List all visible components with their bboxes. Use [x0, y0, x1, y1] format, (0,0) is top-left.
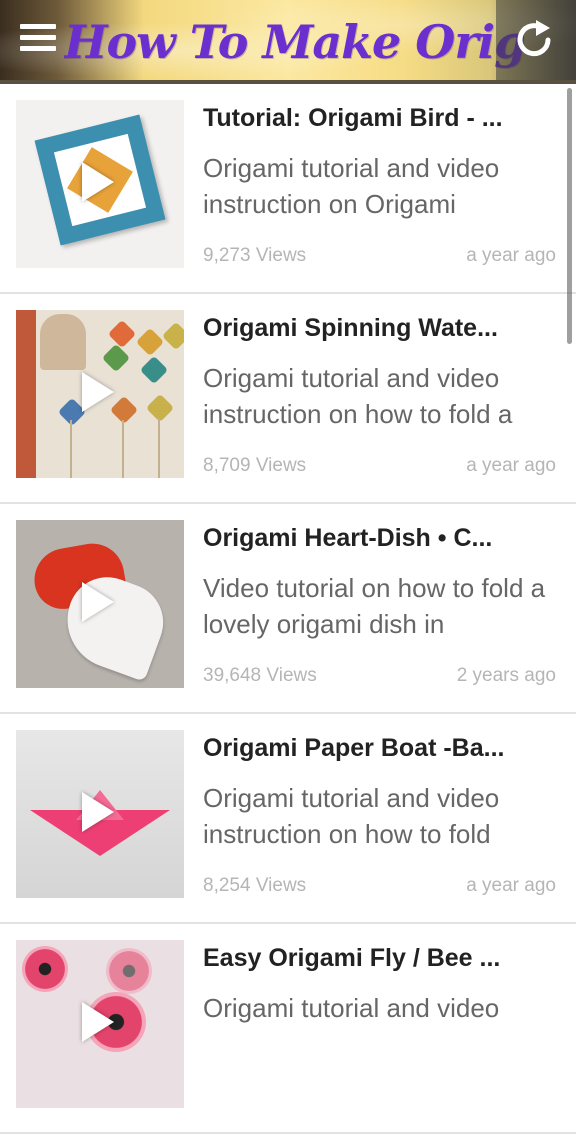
video-age: 2 years ago [456, 665, 556, 686]
origami-ball [145, 393, 175, 423]
app-header: How To Make Origami [0, 0, 576, 84]
hamburger-line [20, 46, 56, 51]
origami-ball [109, 395, 139, 425]
stick [122, 420, 124, 478]
hamburger-line [20, 35, 56, 40]
stick [70, 420, 72, 478]
app-title: How To Make Origami [64, 15, 524, 69]
video-views: 8,254 Views [203, 875, 307, 896]
origami-ball [101, 343, 131, 373]
video-title: Origami Spinning Wate... [203, 314, 498, 342]
video-description: Origami tutorial and video instruction o… [203, 363, 513, 429]
origami-flower [106, 948, 152, 994]
video-description: Video tutorial on how to fold a lovely o… [203, 573, 546, 639]
video-description: Origami tutorial and video instruction o… [203, 783, 500, 849]
play-icon [82, 582, 114, 622]
video-thumbnail [16, 100, 184, 268]
video-age: a year ago [466, 245, 556, 266]
video-list-item[interactable]: Tutorial: Origami Bird - ... Origami tut… [0, 84, 576, 294]
video-thumbnail [16, 940, 184, 1108]
video-title: Origami Heart-Dish • C... [203, 524, 493, 552]
origami-flower [22, 946, 68, 992]
refresh-icon [517, 20, 551, 57]
video-title: Easy Origami Fly / Bee ... [203, 944, 501, 972]
video-views: 9,273 Views [203, 245, 307, 266]
video-list-item[interactable]: Origami Paper Boat -Ba... Origami tutori… [0, 714, 576, 924]
origami-ball [139, 355, 169, 385]
play-icon [82, 162, 114, 202]
refresh-button[interactable] [496, 0, 576, 80]
stick [158, 418, 160, 478]
origami-ball [135, 327, 165, 357]
video-description: Origami tutorial and video instruction o… [203, 153, 500, 219]
scrollbar[interactable] [567, 88, 572, 344]
menu-button[interactable] [20, 24, 58, 58]
play-icon [82, 372, 114, 412]
hamburger-menu-icon [20, 24, 56, 29]
origami-ball [161, 321, 184, 351]
origami-ball [107, 319, 137, 349]
video-views: 8,709 Views [203, 455, 307, 476]
video-thumbnail [16, 730, 184, 898]
video-thumbnail [16, 520, 184, 688]
video-age: a year ago [466, 455, 556, 476]
video-title: Origami Paper Boat -Ba... [203, 734, 505, 762]
play-icon [82, 792, 114, 832]
video-description: Origami tutorial and video [203, 993, 500, 1023]
video-list-item[interactable]: Origami Heart-Dish • C... Video tutorial… [0, 504, 576, 714]
thumbnail-person [40, 314, 86, 370]
video-list-item[interactable]: Origami Spinning Wate... Origami tutoria… [0, 294, 576, 504]
video-title: Tutorial: Origami Bird - ... [203, 104, 503, 132]
thumbnail-panel [16, 310, 36, 478]
video-list-item[interactable]: Easy Origami Fly / Bee ... Origami tutor… [0, 924, 576, 1134]
video-thumbnail [16, 310, 184, 478]
video-age: a year ago [466, 875, 556, 896]
play-icon [82, 1002, 114, 1042]
video-views: 39,648 Views [203, 665, 317, 686]
